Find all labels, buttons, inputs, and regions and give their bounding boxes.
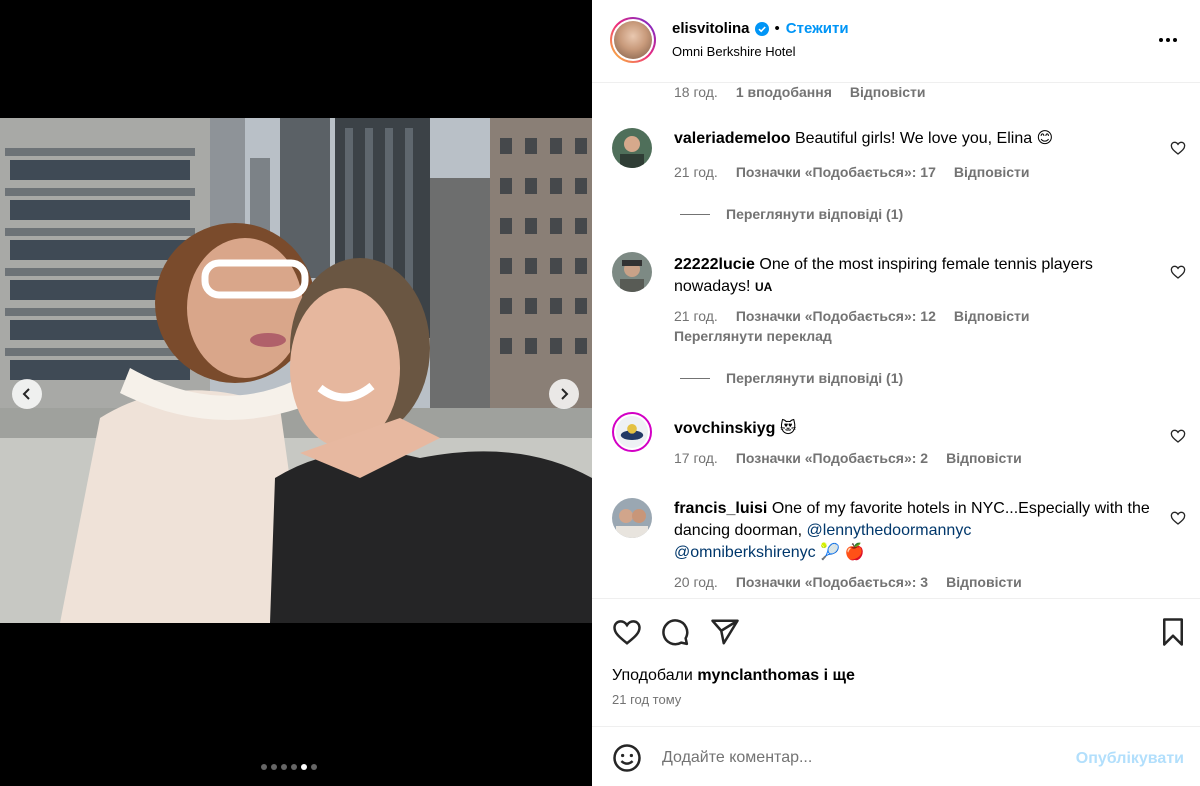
- mention-link[interactable]: @omniberkshirenyc: [674, 544, 816, 561]
- author-username[interactable]: elisvitolina: [672, 20, 750, 37]
- carousel-dot: [311, 764, 317, 770]
- liked-by: Уподобали mynclanthomas і ще: [612, 667, 855, 685]
- comment-likes[interactable]: Позначки «Подобається»: 3: [736, 574, 928, 590]
- follow-button[interactable]: Стежити: [786, 20, 849, 37]
- heart-icon[interactable]: [1170, 264, 1186, 280]
- details-pane: elisvitolina • Стежити Omni Berkshire Ho…: [592, 0, 1200, 786]
- caption-time: 18 год.: [674, 84, 718, 100]
- see-translation-button[interactable]: Переглянути переклад: [674, 328, 832, 344]
- post-photo: [0, 118, 592, 623]
- post-time: 21 год тому: [612, 692, 682, 707]
- more-options-button[interactable]: [1156, 28, 1180, 52]
- post-dialog: elisvitolina • Стежити Omni Berkshire Ho…: [0, 0, 1200, 786]
- photo-illustration: [0, 118, 592, 623]
- comment-composer: Опублікувати: [592, 726, 1200, 786]
- mention-link[interactable]: @lennythedoormannyc: [807, 522, 972, 539]
- comment-username[interactable]: francis_luisi: [674, 500, 767, 517]
- carousel-indicator: [261, 764, 317, 770]
- author-row: elisvitolina • Стежити: [672, 20, 849, 37]
- view-replies-button[interactable]: Переглянути відповіді (1): [680, 206, 903, 222]
- separator-bullet: •: [774, 20, 780, 37]
- comment-username[interactable]: 22222lucie: [674, 256, 755, 273]
- heart-icon[interactable]: [1170, 510, 1186, 526]
- comment-reply-button[interactable]: Відповісти: [954, 308, 1030, 324]
- caption-likes[interactable]: 1 вподобання: [736, 84, 832, 100]
- comment-time: 17 год.: [674, 450, 718, 466]
- comment-meta: 17 год. Позначки «Подобається»: 2 Відпов…: [674, 450, 1022, 466]
- comment-body: 22222lucie One of the most inspiring fem…: [674, 254, 1154, 298]
- comment-meta: 21 год. Позначки «Подобається»: 12 Відпо…: [674, 308, 1030, 324]
- carousel-dot: [271, 764, 277, 770]
- comment-username[interactable]: valeriademeloo: [674, 130, 791, 147]
- comments-list[interactable]: 18 год. 1 вподобання Відповісти valeriad…: [592, 84, 1200, 598]
- author-avatar[interactable]: [610, 17, 656, 63]
- comment-reply-button[interactable]: Відповісти: [946, 574, 1022, 590]
- caption-meta: 18 год. 1 вподобання Відповісти: [674, 84, 926, 100]
- comment-body: vovchinskiyg 😻: [674, 418, 1154, 440]
- comment-icon[interactable]: [660, 617, 690, 647]
- comment-text: 😻: [779, 420, 797, 437]
- liked-by-user[interactable]: mynclanthomas: [697, 667, 819, 684]
- heart-icon[interactable]: [1170, 428, 1186, 444]
- post-header: elisvitolina • Стежити Omni Berkshire Ho…: [592, 0, 1200, 83]
- comment-likes[interactable]: Позначки «Подобається»: 2: [736, 450, 928, 466]
- comment-time: 21 год.: [674, 164, 718, 180]
- carousel-dot: [301, 764, 307, 770]
- location-link[interactable]: Omni Berkshire Hotel: [672, 44, 796, 59]
- commenter-avatar[interactable]: [612, 412, 652, 452]
- comment-reply-button[interactable]: Відповісти: [946, 450, 1022, 466]
- commenter-avatar[interactable]: [612, 498, 652, 538]
- publish-button[interactable]: Опублікувати: [1076, 750, 1184, 768]
- more-icon: [1159, 38, 1163, 42]
- comment-text: Beautiful girls! We love you, Elina 😊: [794, 130, 1054, 147]
- carousel-next-button[interactable]: [549, 379, 579, 409]
- comment-emoji: 🎾 🍎: [820, 544, 865, 561]
- comment-body: valeriademeloo Beautiful girls! We love …: [674, 128, 1154, 150]
- comment-meta: 20 год. Позначки «Подобається»: 3 Відпов…: [674, 574, 1022, 590]
- comment-time: 21 год.: [674, 308, 718, 324]
- comment-time: 20 год.: [674, 574, 718, 590]
- carousel-dot: [261, 764, 267, 770]
- verified-icon: [754, 21, 769, 36]
- comment-reply-button[interactable]: Відповісти: [954, 164, 1030, 180]
- chevron-right-icon: [561, 388, 569, 400]
- share-icon[interactable]: [710, 617, 740, 647]
- carousel-dot: [291, 764, 297, 770]
- comment-likes[interactable]: Позначки «Подобається»: 12: [736, 308, 936, 324]
- chevron-left-icon: [22, 388, 30, 400]
- comment-body: francis_luisi One of my favorite hotels …: [674, 498, 1154, 564]
- emoji-icon[interactable]: [612, 743, 642, 773]
- bookmark-icon[interactable]: [1158, 617, 1188, 647]
- heart-icon[interactable]: [1170, 140, 1186, 156]
- comment-username[interactable]: vovchinskiyg: [674, 420, 775, 437]
- liked-by-prefix: Уподобали: [612, 667, 693, 684]
- liked-by-others[interactable]: і ще: [824, 667, 855, 684]
- comment-meta: 21 год. Позначки «Подобається»: 17 Відпо…: [674, 164, 1030, 180]
- carousel-dot: [281, 764, 287, 770]
- view-replies-button[interactable]: Переглянути відповіді (1): [680, 370, 903, 386]
- flag-ua: UA: [754, 280, 773, 294]
- caption-reply-button[interactable]: Відповісти: [850, 84, 926, 100]
- media-pane: [0, 0, 592, 786]
- commenter-avatar[interactable]: [612, 128, 652, 168]
- carousel-prev-button[interactable]: [12, 379, 42, 409]
- heart-icon[interactable]: [612, 617, 642, 647]
- post-actions: Уподобали mynclanthomas і ще 21 год тому: [592, 598, 1200, 726]
- comment-likes[interactable]: Позначки «Подобається»: 17: [736, 164, 936, 180]
- commenter-avatar[interactable]: [612, 252, 652, 292]
- comment-input[interactable]: [662, 745, 1062, 771]
